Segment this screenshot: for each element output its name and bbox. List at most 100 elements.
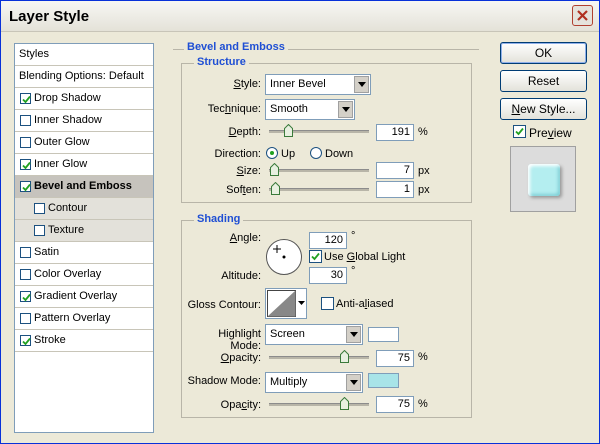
highlight-opacity-input[interactable]: 75 — [376, 350, 414, 367]
style-checkbox[interactable] — [20, 159, 31, 170]
soften-input[interactable]: 1 — [376, 181, 414, 198]
technique-select[interactable]: Smooth — [265, 99, 355, 120]
anti-aliased-checkbox[interactable] — [321, 297, 334, 310]
ok-button[interactable]: OK — [500, 42, 587, 64]
direction-up-label: Up — [281, 148, 296, 160]
preview-checkbox[interactable] — [513, 125, 526, 138]
direction-up-radio[interactable] — [266, 147, 278, 159]
anti-aliased-label: Anti-aliased — [336, 298, 394, 310]
preview-swatch — [528, 164, 560, 196]
style-list-item-label: Satin — [34, 246, 60, 258]
shadow-mode-label: Shadow Mode: — [187, 375, 261, 387]
angle-input[interactable]: 120 — [309, 232, 347, 249]
depth-input[interactable]: 191 — [376, 124, 414, 141]
shading-title: Shading — [194, 213, 244, 225]
style-list-item[interactable]: Gradient Overlay — [15, 286, 153, 308]
style-checkbox[interactable] — [34, 203, 45, 214]
direction-down-radio[interactable] — [310, 147, 322, 159]
technique-select-value: Smooth — [270, 103, 308, 115]
chevron-down-icon — [358, 82, 366, 87]
style-list-item-label: Outer Glow — [34, 136, 90, 148]
soften-slider[interactable] — [269, 180, 369, 198]
highlight-opacity-label: Opacity: — [220, 352, 261, 364]
shadow-mode-select[interactable]: Multiply — [265, 372, 363, 393]
style-list-item[interactable]: Inner Shadow — [15, 110, 153, 132]
shadow-color-swatch[interactable] — [368, 373, 399, 388]
style-list-item[interactable]: Outer Glow — [15, 132, 153, 154]
gloss-contour-picker[interactable] — [265, 288, 307, 319]
style-checkbox[interactable] — [20, 247, 31, 258]
chevron-down-icon — [350, 332, 358, 337]
depth-slider[interactable] — [269, 122, 369, 140]
style-list-item-label: Gradient Overlay — [34, 290, 118, 302]
layer-style-dialog: Layer Style Styles Blending Options: Def… — [0, 0, 600, 444]
style-list-item[interactable]: Contour — [15, 198, 153, 220]
chevron-down-icon — [342, 107, 350, 112]
angle-dial[interactable] — [265, 238, 303, 276]
highlight-mode-select[interactable]: Screen — [265, 324, 363, 345]
style-list-item[interactable]: Bevel and Emboss — [15, 176, 153, 198]
shadow-opacity-unit: % — [418, 398, 428, 410]
highlight-mode-dropdown-arrow[interactable] — [346, 326, 361, 343]
soften-slider-thumb[interactable] — [271, 182, 280, 195]
style-list-item-label: Bevel and Emboss — [34, 180, 132, 192]
styles-list-header[interactable]: Styles — [15, 44, 153, 66]
title-bar: Layer Style — [1, 1, 599, 32]
use-global-light-checkbox[interactable] — [309, 250, 322, 263]
close-button[interactable] — [572, 5, 593, 26]
altitude-input[interactable]: 30 — [309, 267, 347, 284]
style-list-item[interactable]: Satin — [15, 242, 153, 264]
use-global-light-label: Use Global Light — [324, 251, 406, 263]
style-checkbox[interactable] — [20, 313, 31, 324]
style-list-item-label: Color Overlay — [34, 268, 102, 280]
size-slider[interactable] — [269, 161, 369, 179]
highlight-opacity-track — [269, 356, 369, 359]
style-dropdown-arrow[interactable] — [354, 76, 369, 93]
style-select[interactable]: Inner Bevel — [265, 74, 371, 95]
shadow-opacity-thumb[interactable] — [340, 397, 349, 410]
style-list-item[interactable]: Inner Glow — [15, 154, 153, 176]
style-preview-box — [510, 146, 576, 212]
contour-preview-icon — [267, 290, 296, 317]
style-list-item[interactable]: Pattern Overlay — [15, 308, 153, 330]
depth-slider-thumb[interactable] — [284, 124, 293, 137]
style-checkbox[interactable] — [20, 291, 31, 302]
size-input[interactable]: 7 — [376, 162, 414, 179]
shadow-mode-dropdown-arrow[interactable] — [346, 374, 361, 391]
style-select-value: Inner Bevel — [270, 78, 326, 90]
highlight-color-swatch[interactable] — [368, 327, 399, 342]
style-list-item[interactable]: Stroke — [15, 330, 153, 352]
technique-dropdown-arrow[interactable] — [338, 101, 353, 118]
size-slider-track — [269, 169, 369, 172]
highlight-opacity-slider[interactable] — [269, 348, 369, 366]
style-checkbox[interactable] — [20, 269, 31, 280]
style-list-item[interactable]: Texture — [15, 220, 153, 242]
shadow-opacity-input[interactable]: 75 — [376, 396, 414, 413]
radio-selected-dot — [270, 151, 274, 155]
style-checkbox[interactable] — [20, 335, 31, 346]
style-checkbox[interactable] — [20, 115, 31, 126]
new-style-button[interactable]: New Style... — [500, 98, 587, 120]
style-list-item[interactable]: Blending Options: Default — [15, 66, 153, 88]
reset-button[interactable]: Reset — [500, 70, 587, 92]
style-list-item[interactable]: Color Overlay — [15, 264, 153, 286]
highlight-opacity-thumb[interactable] — [340, 350, 349, 363]
style-checkbox[interactable] — [20, 93, 31, 104]
window-title: Layer Style — [9, 8, 90, 25]
shadow-opacity-slider[interactable] — [269, 395, 369, 413]
checkmark-icon — [515, 127, 524, 136]
style-checkbox[interactable] — [20, 137, 31, 148]
style-list-item-label: Blending Options: Default — [19, 70, 144, 82]
style-list-item[interactable]: Drop Shadow — [15, 88, 153, 110]
style-checkbox[interactable] — [34, 225, 45, 236]
style-checkbox[interactable] — [20, 181, 31, 192]
styles-list: Styles Blending Options: Default Drop Sha… — [14, 43, 154, 433]
styles-header-label: Styles — [19, 48, 49, 60]
soften-unit: px — [418, 184, 430, 196]
shadow-opacity-label: Opacity: — [220, 399, 261, 411]
structure-title: Structure — [194, 56, 249, 68]
chevron-down-icon — [350, 380, 358, 385]
checkmark-icon — [311, 252, 320, 261]
size-slider-thumb[interactable] — [270, 163, 279, 176]
checkmark-icon — [22, 161, 31, 170]
